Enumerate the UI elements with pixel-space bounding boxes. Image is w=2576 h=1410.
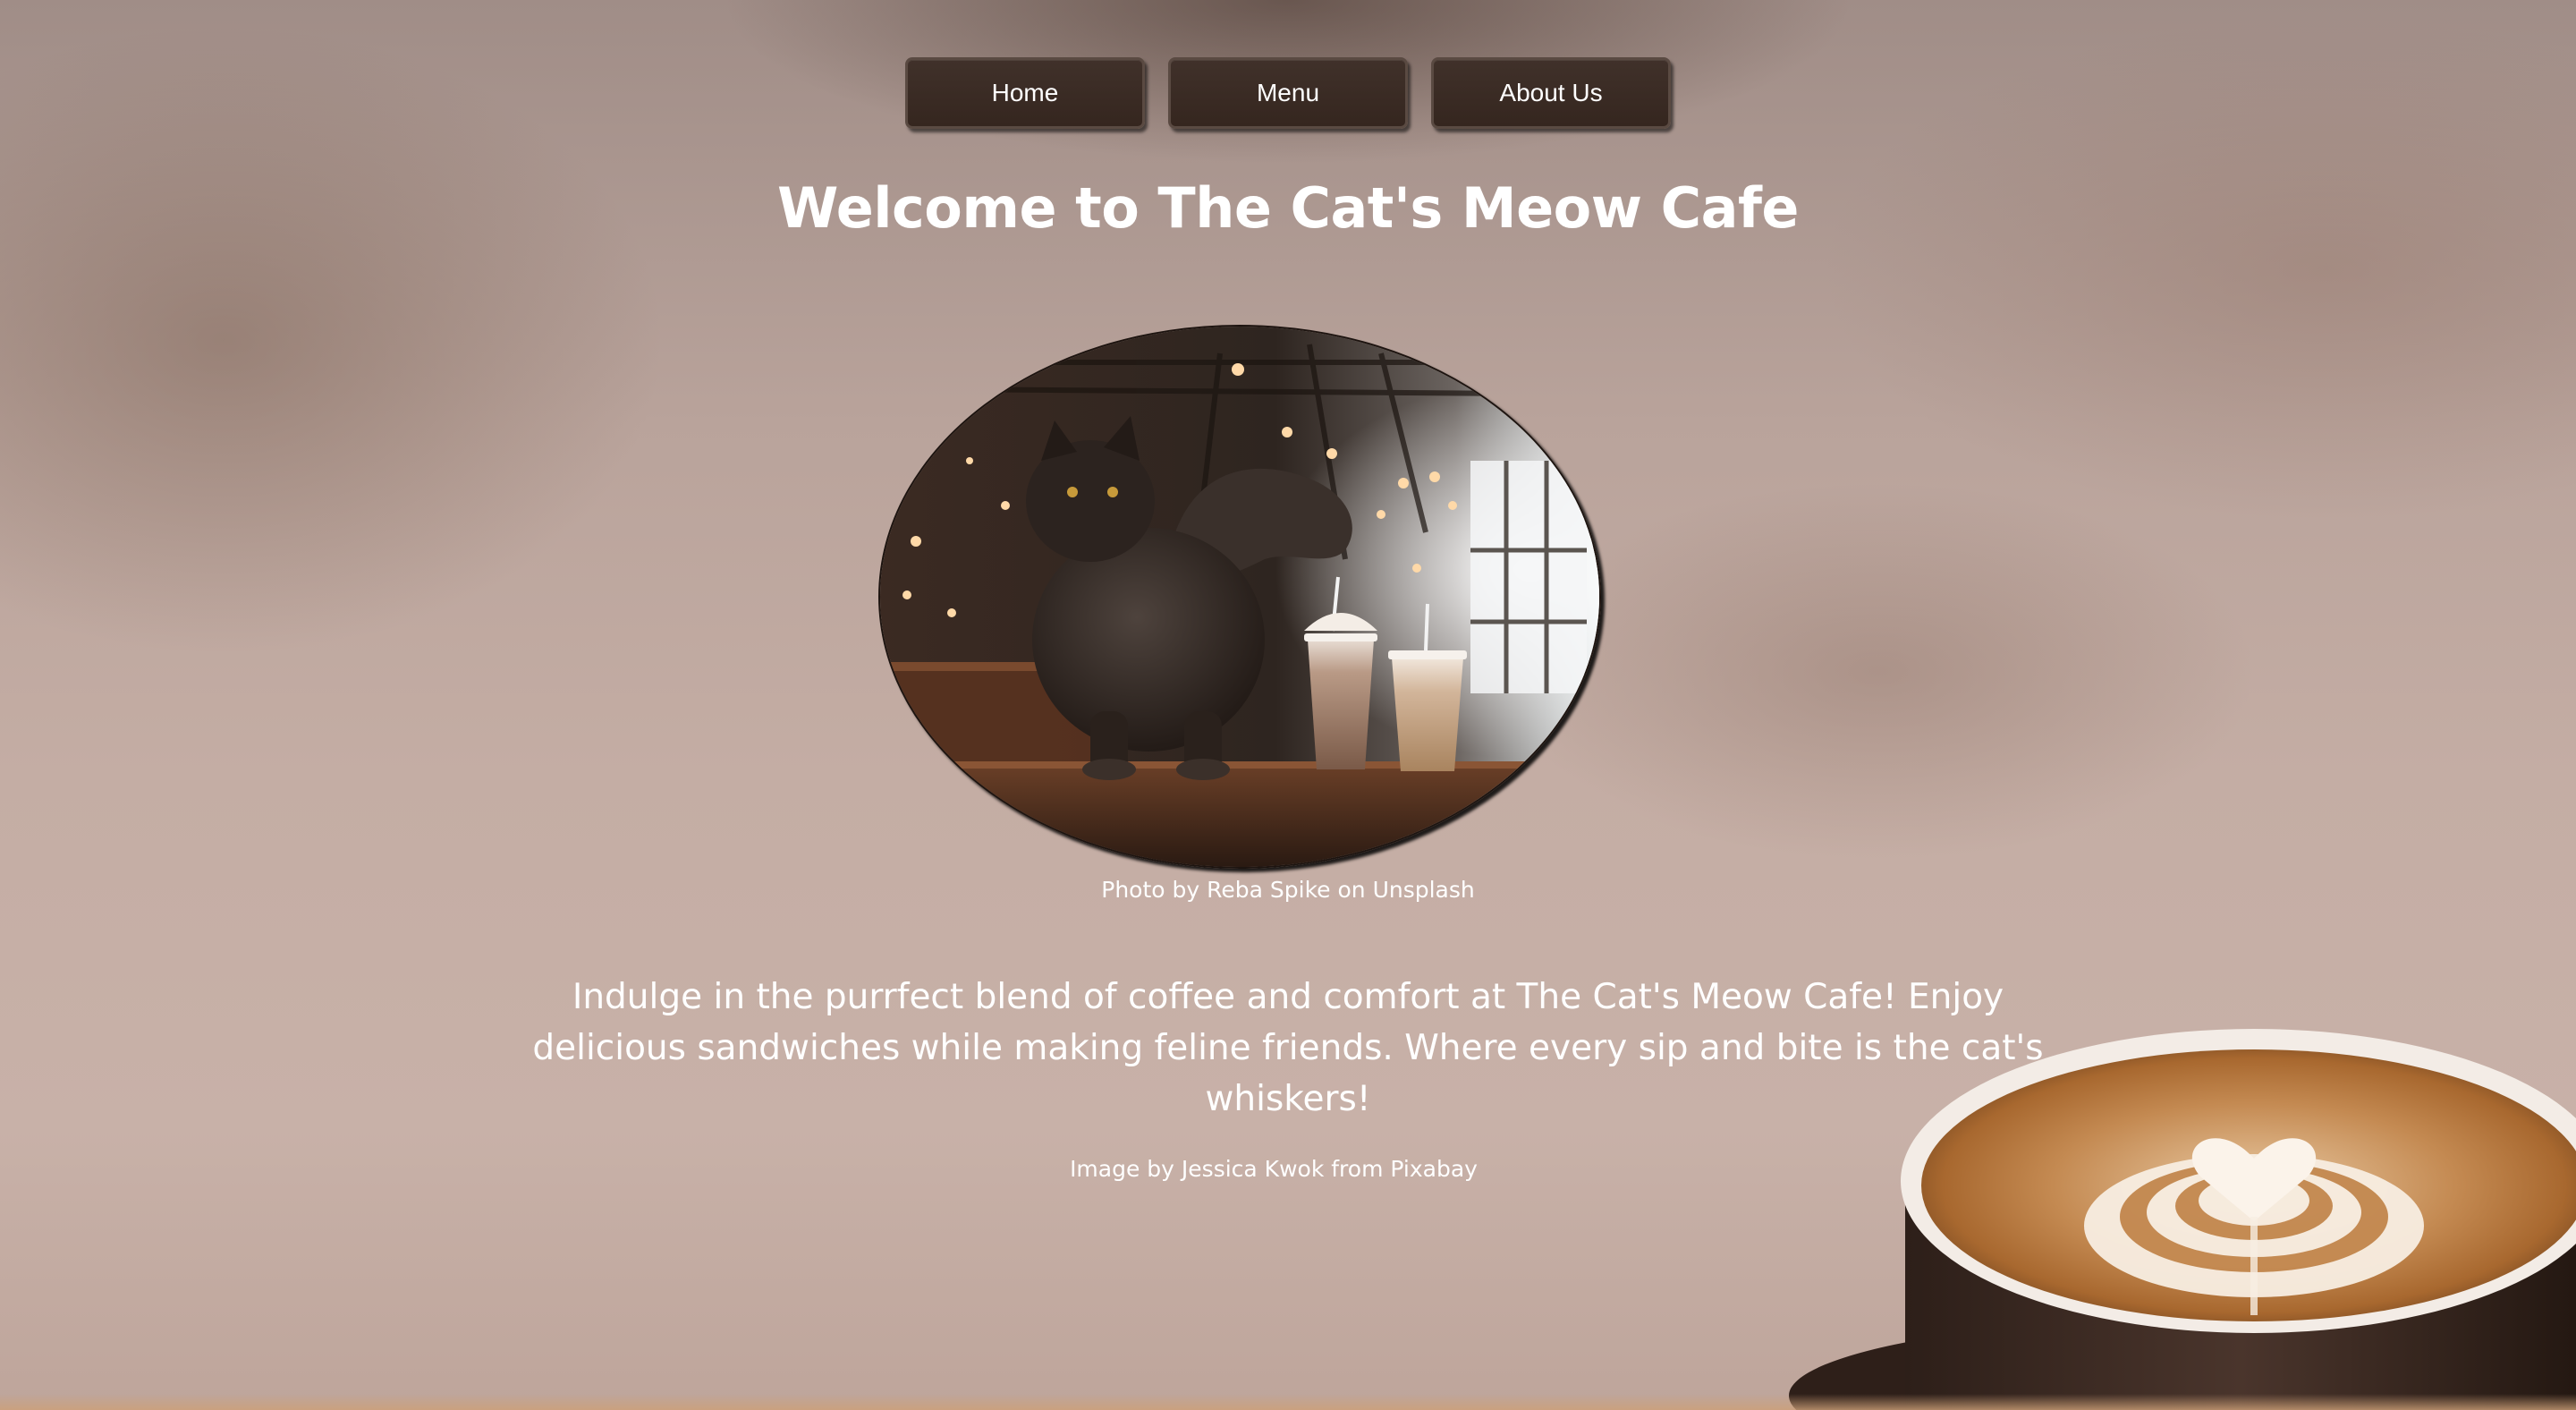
- nav-button-home[interactable]: Home: [905, 57, 1145, 129]
- page-title: Welcome to The Cat's Meow Cafe: [777, 175, 1799, 241]
- page-background: Home Menu About Us Welcome to The Cat's …: [0, 0, 2576, 1410]
- table-edge: [0, 1394, 2576, 1410]
- background-image-credit: Image by Jessica Kwok from Pixabay: [1070, 1156, 1478, 1182]
- photo-credit: Photo by Reba Spike on Unsplash: [1101, 877, 1475, 903]
- cat-cafe-photo: [878, 325, 1601, 869]
- main-nav: Home Menu About Us: [0, 57, 2576, 129]
- nav-button-menu[interactable]: Menu: [1168, 57, 1408, 129]
- latte-cup-image: [1753, 1002, 2576, 1410]
- nav-button-about-us[interactable]: About Us: [1431, 57, 1671, 129]
